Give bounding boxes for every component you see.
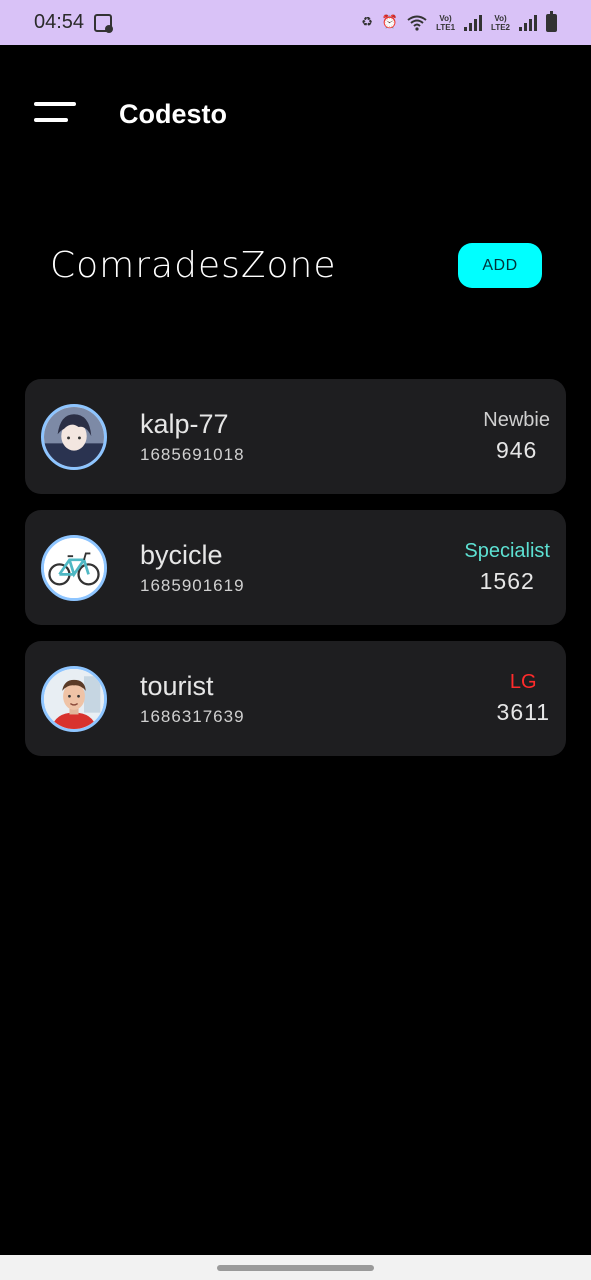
signal-icon [519,14,537,31]
avatar [41,404,107,470]
user-id: 1685691018 [140,445,245,464]
user-id: 1685901619 [140,576,245,595]
navigation-bar [0,1255,591,1280]
user-handle: bycicle [140,540,223,570]
page-title: ComradesZone [50,245,337,286]
status-bar: 04:54 ♻ ⏰ Vo) LTE1 Vo) LTE2 [0,0,591,45]
status-time: 04:54 [34,11,85,33]
user-rating: 946 [495,437,538,463]
avatar [41,535,107,601]
user-card[interactable]: kalp-77 1685691018 Newbie 946 [25,379,566,494]
rank-box: LG 3611 [497,671,550,726]
app-bar: Codesto [0,45,591,185]
lte1-label: Vo) LTE1 [436,13,456,32]
rank-box: Newbie 946 [483,409,550,464]
user-rank: Specialist [464,540,550,562]
battery-icon [546,10,557,32]
user-handle: kalp-77 [140,409,229,439]
user-rank: LG [509,671,537,693]
add-button[interactable]: ADD [458,243,542,288]
wifi-icon [407,15,427,31]
signal-icon [464,14,483,31]
user-rating: 1562 [479,568,535,594]
app-title: Codesto [119,99,227,129]
lte2-label: Vo) LTE2 [491,13,510,32]
recycle-icon: ♻ [361,15,373,30]
user-card[interactable]: bycicle 1685901619 Specialist 1562 [25,510,566,625]
rank-box: Specialist 1562 [464,540,550,595]
user-rank: Newbie [483,409,550,431]
menu-icon[interactable] [34,102,76,126]
notification-icon [94,13,114,33]
avatar [41,666,107,732]
user-list: kalp-77 1685691018 Newbie 946 bycicle 16… [25,379,566,772]
user-rating: 3611 [496,699,550,725]
user-card[interactable]: tourist 1686317639 LG 3611 [25,641,566,756]
user-id: 1686317639 [140,707,245,726]
alarm-icon: ⏰ [381,15,399,30]
status-icons: ♻ ⏰ Vo) LTE1 Vo) LTE2 [361,10,557,32]
user-handle: tourist [140,671,214,701]
home-indicator[interactable] [217,1265,374,1271]
